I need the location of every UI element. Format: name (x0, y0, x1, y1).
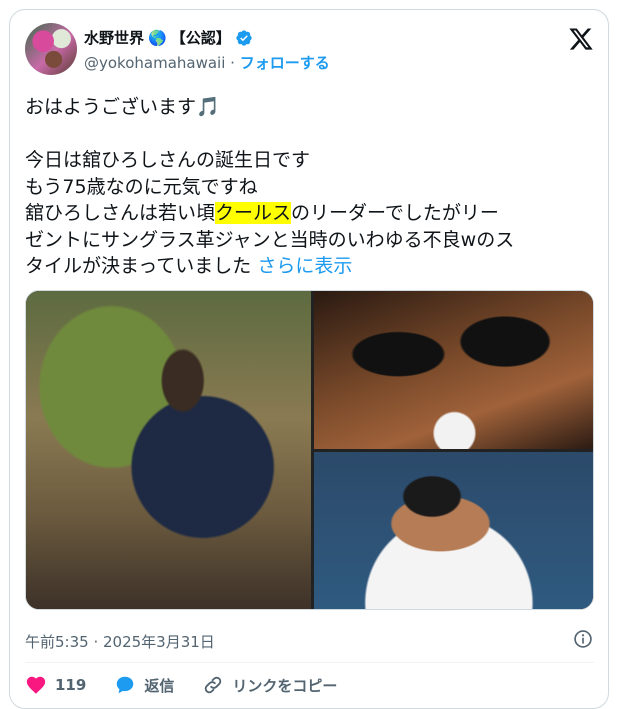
reply-label: 返信 (144, 676, 175, 695)
show-more-link[interactable]: さらに表示 (257, 255, 352, 277)
globe-icon: 🌎 (148, 28, 167, 47)
tweet-line-6: タイルが決まっていました (25, 255, 258, 277)
action-bar: 119 返信 リンクをコピー (25, 674, 365, 696)
handle-separator: · (225, 54, 240, 72)
photo-sunglasses-closeup[interactable] (314, 291, 593, 449)
verified-badge-icon (236, 29, 252, 46)
author-handle[interactable]: @yokohamahawaii (84, 54, 225, 72)
reply-button[interactable]: 返信 (114, 674, 174, 696)
tweet-line-2: 今日は舘ひろしさんの誕生日です (25, 149, 311, 171)
tweet-timestamp[interactable]: 午前5:35 · 2025年3月31日 (25, 631, 215, 652)
tweet-line-1: おはようございます🎵 (25, 96, 220, 118)
highlighted-text: クールス (215, 202, 292, 224)
tweet-text: おはようございます🎵 今日は舘ひろしさんの誕生日です もう75歳なのに元気ですね… (25, 94, 595, 280)
x-logo-icon[interactable] (568, 26, 594, 52)
avatar[interactable] (25, 23, 77, 75)
tweet-line-3: もう75歳なのに元気ですね (25, 175, 258, 198)
copy-link-label: リンクをコピー (232, 676, 338, 695)
photo-white-tshirt[interactable] (314, 452, 593, 609)
media-grid (25, 290, 594, 610)
author-badge: 【公認】 (170, 29, 231, 47)
tweet-line-4-pre: 舘ひろしさんは若い頃 (25, 202, 216, 224)
heart-icon (26, 676, 46, 694)
follow-button[interactable]: フォローする (240, 54, 330, 72)
photo-seated-man[interactable] (26, 291, 311, 609)
tweet-line-4-post: のリーダーでしたがリー (291, 202, 499, 224)
tweet-line-5: ゼントにサングラス革ジャンと当時のいわゆる不良wのス (25, 228, 515, 251)
author-name[interactable]: 水野世界 (84, 27, 144, 48)
info-icon[interactable] (573, 629, 593, 649)
author-handle-row: @yokohamahawaii · フォローする (84, 52, 330, 73)
like-button[interactable]: 119 (25, 674, 86, 696)
link-icon (205, 676, 222, 694)
reply-bubble-icon (117, 676, 134, 694)
like-count: 119 (55, 676, 87, 694)
author-name-row: 水野世界 🌎 【公認】 (84, 27, 253, 48)
divider (25, 662, 594, 663)
copy-link-button[interactable]: リンクをコピー (202, 674, 337, 696)
tweet-card: 水野世界 🌎 【公認】 @yokohamahawaii · フォローする おはよ… (9, 9, 609, 709)
